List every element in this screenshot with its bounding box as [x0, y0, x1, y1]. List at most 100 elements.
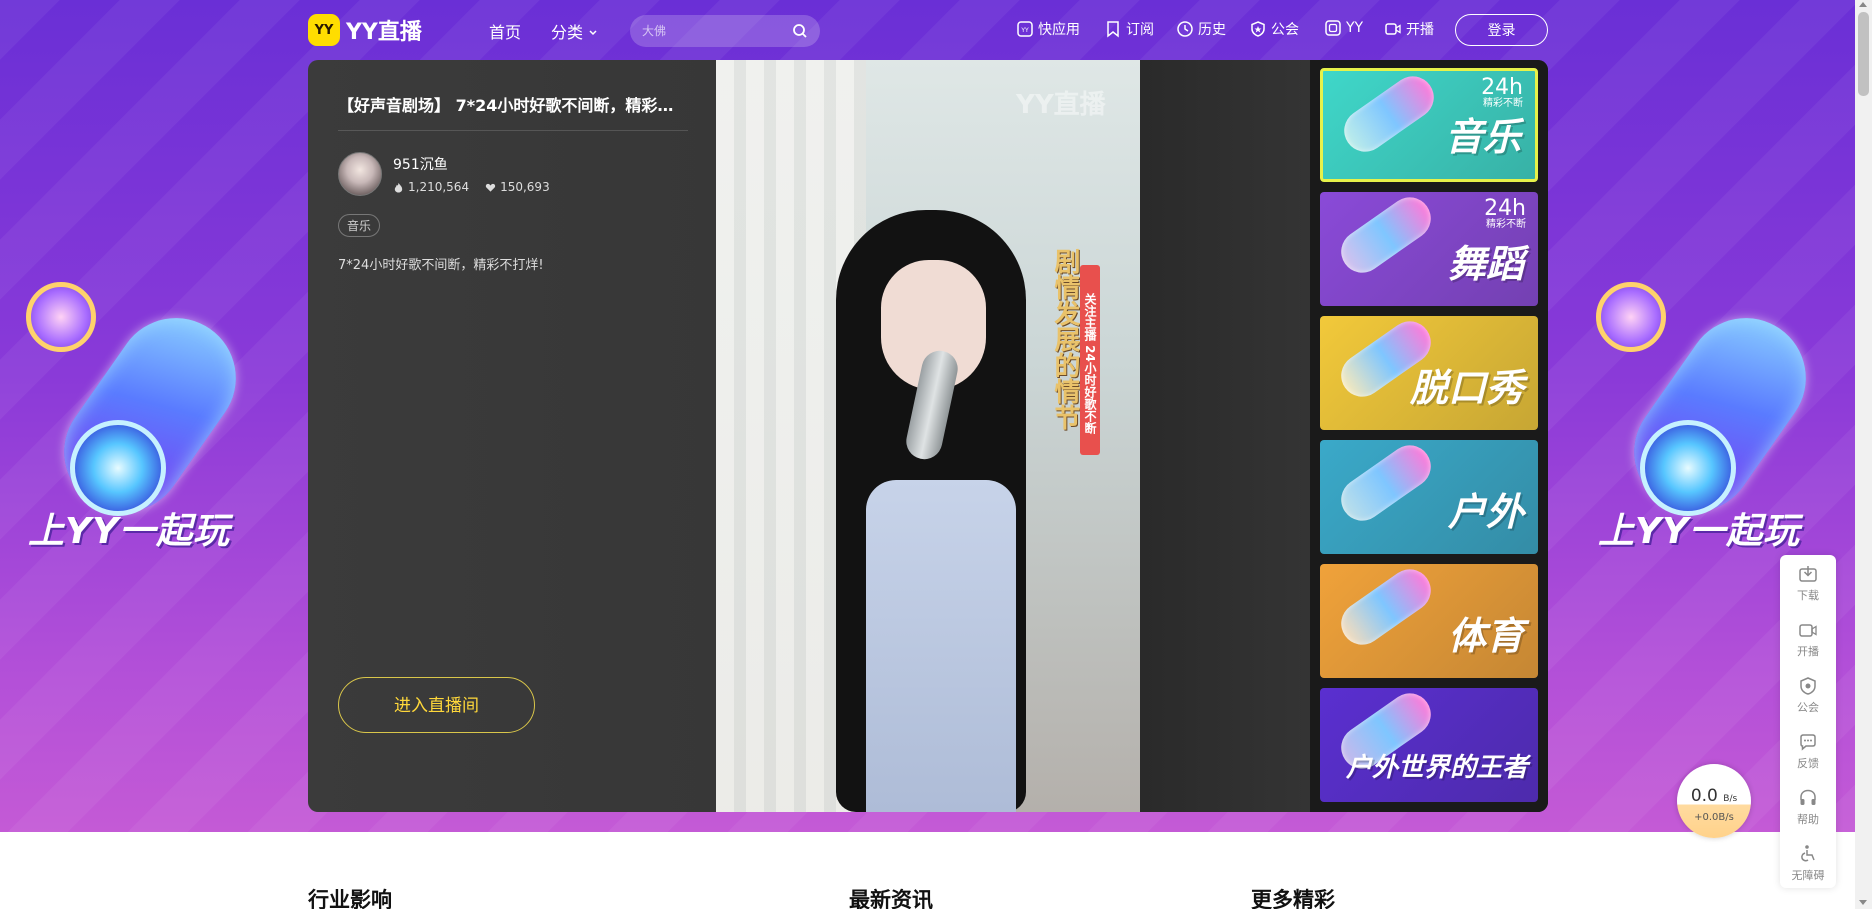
- category-badge: 24h 精彩不断: [1481, 77, 1523, 109]
- category-card[interactable]: 户外世界的王者: [1320, 688, 1538, 802]
- room-description: 7*24小时好歌不间断，精彩不打烊!: [338, 258, 544, 273]
- section-title-industry: 行业影响: [308, 888, 392, 909]
- section-title-more: 更多精彩: [1251, 888, 1335, 909]
- nav-history[interactable]: 历史: [1176, 19, 1226, 39]
- toolbar-feedback-label: 反馈: [1797, 757, 1819, 770]
- nav-yy[interactable]: YY: [1324, 19, 1363, 37]
- category-badge-number: 24h: [1484, 196, 1526, 221]
- room-stats: 1,210,564 150,693: [393, 180, 550, 194]
- video-caption-red: 关注主播 24小时好歌不断: [1080, 265, 1100, 455]
- flame-icon: [394, 182, 403, 193]
- page-scrollbar[interactable]: [1855, 0, 1872, 909]
- divider: [338, 130, 688, 131]
- top-nav: YY YY直播 首页 分类 YY 快应用 订阅 历史 公会 YY 开播 登录: [0, 0, 1855, 60]
- category-label: 体育: [1447, 614, 1524, 658]
- toolbar-accessibility-label: 无障碍: [1791, 869, 1825, 882]
- nav-yy-label: YY: [1346, 20, 1364, 36]
- chat-bubble-icon: [1800, 734, 1816, 751]
- logo-badge: YY: [308, 14, 340, 46]
- yy-app-icon: [1325, 20, 1341, 36]
- section-title-news: 最新资讯: [849, 888, 933, 909]
- logo-text: YY直播: [346, 20, 422, 45]
- nav-broadcast-label: 开播: [1406, 22, 1434, 38]
- wheelchair-icon: [1801, 845, 1815, 862]
- nav-guild[interactable]: 公会: [1249, 19, 1299, 39]
- nav-category-label: 分类: [551, 23, 584, 42]
- anchor-name[interactable]: 951沉鱼: [393, 154, 448, 174]
- search-icon[interactable]: [792, 23, 808, 39]
- nav-quick-app-label: 快应用: [1038, 22, 1080, 38]
- live-player-panel: 【好声音剧场】 7*24小时好歌不间断，精彩不... 951沉鱼 1,210,5…: [308, 60, 1548, 812]
- category-card[interactable]: 24h 精彩不断音乐: [1320, 68, 1538, 182]
- promo-banner-right[interactable]: 上YY一起玩: [1590, 270, 1830, 560]
- category-card[interactable]: 户外: [1320, 440, 1538, 554]
- search-input[interactable]: [642, 15, 782, 47]
- promo-slogan: 上YY一起玩: [1598, 511, 1801, 552]
- live-video[interactable]: YY直播 剧情发展的情节 关注主播 24小时好歌不断: [716, 60, 1140, 812]
- popularity-stat: 1,210,564: [393, 180, 469, 194]
- scrollbar-thumb[interactable]: [1858, 12, 1869, 96]
- scroll-up-arrow-icon[interactable]: [1859, 2, 1867, 7]
- speed-delta: +0.0B/s: [1694, 812, 1734, 823]
- toolbar-help-label: 帮助: [1797, 813, 1819, 826]
- avatar[interactable]: [338, 152, 382, 196]
- heart-icon: [485, 183, 496, 192]
- likes-value: 150,693: [500, 180, 550, 194]
- nav-subscribe-label: 订阅: [1126, 22, 1154, 38]
- toolbar-broadcast[interactable]: 开播: [1780, 613, 1836, 663]
- promo-slogan: 上YY一起玩: [28, 511, 231, 552]
- bookmark-icon: [1107, 21, 1119, 38]
- nav-category[interactable]: 分类: [551, 19, 598, 43]
- category-badge-number: 24h: [1481, 75, 1523, 100]
- category-label: 音乐: [1444, 115, 1521, 159]
- nav-history-label: 历史: [1198, 22, 1226, 38]
- category-tag[interactable]: 音乐: [338, 214, 381, 237]
- video-figure-dress: [866, 480, 1016, 812]
- category-card[interactable]: 体育: [1320, 564, 1538, 678]
- category-label: 舞蹈: [1447, 242, 1524, 286]
- orb-graphic: [1596, 282, 1666, 352]
- promo-banner-left[interactable]: 上YY一起玩: [20, 270, 260, 560]
- category-badge: 24h 精彩不断: [1484, 198, 1526, 230]
- nav-broadcast[interactable]: 开播: [1384, 19, 1434, 39]
- video-caption-gold: 剧情发展的情节: [1050, 248, 1080, 430]
- toolbar-feedback[interactable]: 反馈: [1780, 725, 1836, 775]
- toolbar-help[interactable]: 帮助: [1780, 781, 1836, 831]
- scroll-down-arrow-icon[interactable]: [1859, 900, 1867, 905]
- category-badge-text: 精彩不断: [1486, 219, 1526, 230]
- toolbar-guild[interactable]: 公会: [1780, 669, 1836, 719]
- search-box: [630, 15, 820, 47]
- category-label: 户外: [1447, 490, 1524, 534]
- room-title[interactable]: 【好声音剧场】 7*24小时好歌不间断，精彩不...: [338, 92, 688, 116]
- shield-icon: [1251, 21, 1265, 37]
- shield-icon: [1800, 677, 1816, 695]
- nav-home[interactable]: 首页: [489, 19, 521, 43]
- toolbar-guild-label: 公会: [1797, 701, 1819, 714]
- nav-guild-label: 公会: [1271, 22, 1299, 38]
- floating-toolbar: 下载 开播 公会 反馈 帮助 无障碍: [1780, 555, 1836, 888]
- chevron-down-icon: [589, 30, 597, 36]
- category-graphic: [1332, 564, 1440, 653]
- download-icon: [1799, 566, 1817, 582]
- category-card[interactable]: 24h 精彩不断舞蹈: [1320, 192, 1538, 306]
- speed-value: 0.0 B/s: [1677, 786, 1751, 806]
- nav-quick-app[interactable]: YY 快应用: [1016, 19, 1080, 39]
- login-button[interactable]: 登录: [1455, 14, 1548, 46]
- site-logo[interactable]: YY YY直播: [308, 14, 422, 46]
- toolbar-broadcast-label: 开播: [1797, 645, 1819, 658]
- network-speed-widget[interactable]: 0.0 B/s +0.0B/s: [1677, 764, 1751, 838]
- video-watermark: YY直播: [1016, 90, 1106, 120]
- toolbar-download[interactable]: 下载: [1780, 557, 1836, 607]
- room-info: 【好声音剧场】 7*24小时好歌不间断，精彩不... 951沉鱼 1,210,5…: [338, 60, 688, 812]
- toolbar-accessibility[interactable]: 无障碍: [1780, 837, 1836, 887]
- clock-icon: [1177, 21, 1193, 37]
- category-graphic: [1332, 192, 1440, 281]
- nav-subscribe[interactable]: 订阅: [1104, 19, 1154, 39]
- likes-stat: 150,693: [485, 180, 550, 194]
- video-side-shade: [1140, 60, 1310, 812]
- quick-app-icon: YY: [1017, 21, 1033, 37]
- enter-room-button[interactable]: 进入直播间: [338, 677, 535, 733]
- category-card[interactable]: 脱口秀: [1320, 316, 1538, 430]
- speed-number: 0.0: [1690, 786, 1718, 806]
- toolbar-download-label: 下载: [1797, 589, 1819, 602]
